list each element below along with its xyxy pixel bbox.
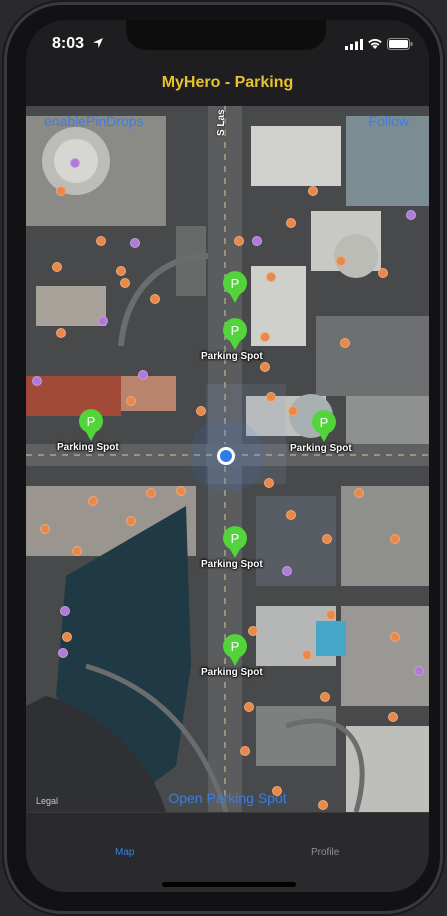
- home-indicator[interactable]: [162, 882, 296, 887]
- poi-marker[interactable]: [126, 516, 136, 526]
- poi-marker[interactable]: [248, 626, 258, 636]
- poi-marker[interactable]: [234, 236, 244, 246]
- parking-spot-label: Parking Spot: [201, 667, 263, 678]
- poi-marker[interactable]: [322, 534, 332, 544]
- poi-marker[interactable]: [326, 610, 336, 620]
- poi-marker[interactable]: [60, 606, 70, 616]
- poi-marker[interactable]: [264, 478, 274, 488]
- poi-marker[interactable]: [32, 376, 42, 386]
- status-bar: 8:03: [26, 20, 429, 68]
- poi-marker[interactable]: [88, 496, 98, 506]
- user-location-dot: [217, 447, 235, 465]
- legal-link[interactable]: Legal: [36, 796, 58, 806]
- parking-spot-label: Parking Spot: [57, 442, 119, 453]
- wifi-icon: [368, 39, 382, 49]
- svg-text:P: P: [231, 639, 240, 654]
- poi-marker[interactable]: [340, 338, 350, 348]
- poi-marker[interactable]: [266, 392, 276, 402]
- svg-text:P: P: [231, 276, 240, 291]
- open-parking-spot-button[interactable]: Open Parking Spot: [26, 790, 429, 806]
- poi-marker[interactable]: [96, 236, 106, 246]
- poi-marker[interactable]: [288, 406, 298, 416]
- enable-pin-drops-button[interactable]: enablePinDrops: [44, 113, 144, 129]
- poi-marker[interactable]: [56, 186, 66, 196]
- parking-pin-icon[interactable]: P: [221, 317, 249, 351]
- poi-marker[interactable]: [320, 692, 330, 702]
- poi-marker[interactable]: [40, 524, 50, 534]
- svg-text:P: P: [87, 414, 96, 429]
- parking-spot-label: Parking Spot: [201, 559, 263, 570]
- battery-icon: [387, 38, 413, 50]
- phone-frame: 8:03 MyHero - Parking S Las P P Parking …: [4, 2, 443, 914]
- poi-marker[interactable]: [406, 210, 416, 220]
- poi-marker[interactable]: [176, 486, 186, 496]
- poi-marker[interactable]: [72, 546, 82, 556]
- poi-marker[interactable]: [58, 648, 68, 658]
- poi-marker[interactable]: [336, 256, 346, 266]
- poi-marker[interactable]: [260, 362, 270, 372]
- poi-marker[interactable]: [146, 488, 156, 498]
- poi-marker[interactable]: [308, 186, 318, 196]
- poi-marker[interactable]: [286, 510, 296, 520]
- parking-pin-icon[interactable]: P: [310, 409, 338, 443]
- parking-spot-label: Parking Spot: [290, 443, 352, 454]
- poi-marker[interactable]: [388, 712, 398, 722]
- poi-marker[interactable]: [196, 406, 206, 416]
- poi-marker[interactable]: [56, 328, 66, 338]
- map-view[interactable]: S Las P P Parking Spot P Parking Spot P …: [26, 106, 429, 812]
- poi-marker[interactable]: [252, 236, 262, 246]
- poi-marker[interactable]: [138, 370, 148, 380]
- status-time: 8:03: [52, 35, 85, 52]
- poi-marker[interactable]: [116, 266, 126, 276]
- poi-marker[interactable]: [266, 272, 276, 282]
- poi-marker[interactable]: [378, 268, 388, 278]
- poi-marker[interactable]: [130, 238, 140, 248]
- page-title: MyHero - Parking: [161, 74, 294, 91]
- tab-map[interactable]: Map: [115, 847, 134, 858]
- poi-marker[interactable]: [282, 566, 292, 576]
- svg-text:P: P: [231, 531, 240, 546]
- poi-marker[interactable]: [414, 666, 424, 676]
- poi-marker[interactable]: [302, 650, 312, 660]
- tab-profile[interactable]: Profile: [311, 847, 339, 858]
- poi-marker[interactable]: [240, 746, 250, 756]
- parking-spot-label: Parking Spot: [201, 351, 263, 362]
- poi-marker[interactable]: [70, 158, 80, 168]
- follow-button[interactable]: Follow: [369, 113, 409, 129]
- street-label: S Las: [216, 109, 227, 136]
- poi-marker[interactable]: [390, 534, 400, 544]
- tab-bar: Map Profile: [26, 812, 429, 892]
- signal-icon: [345, 39, 363, 50]
- poi-marker[interactable]: [260, 332, 270, 342]
- navigation-bar: MyHero - Parking: [26, 68, 429, 106]
- poi-marker[interactable]: [126, 396, 136, 406]
- notch: [126, 20, 326, 50]
- parking-pin-icon[interactable]: P: [221, 525, 249, 559]
- location-arrow-icon: [93, 38, 103, 48]
- poi-marker[interactable]: [150, 294, 160, 304]
- parking-pin-icon[interactable]: P: [221, 633, 249, 667]
- poi-marker[interactable]: [62, 632, 72, 642]
- parking-pin-icon[interactable]: P: [221, 270, 249, 304]
- poi-marker[interactable]: [98, 316, 108, 326]
- poi-marker[interactable]: [286, 218, 296, 228]
- svg-text:P: P: [231, 323, 240, 338]
- screen: 8:03 MyHero - Parking S Las P P Parking …: [26, 20, 429, 892]
- parking-pin-icon[interactable]: P: [77, 408, 105, 442]
- poi-marker[interactable]: [354, 488, 364, 498]
- poi-marker[interactable]: [52, 262, 62, 272]
- poi-marker[interactable]: [120, 278, 130, 288]
- poi-marker[interactable]: [390, 632, 400, 642]
- svg-text:P: P: [320, 415, 329, 430]
- poi-marker[interactable]: [244, 702, 254, 712]
